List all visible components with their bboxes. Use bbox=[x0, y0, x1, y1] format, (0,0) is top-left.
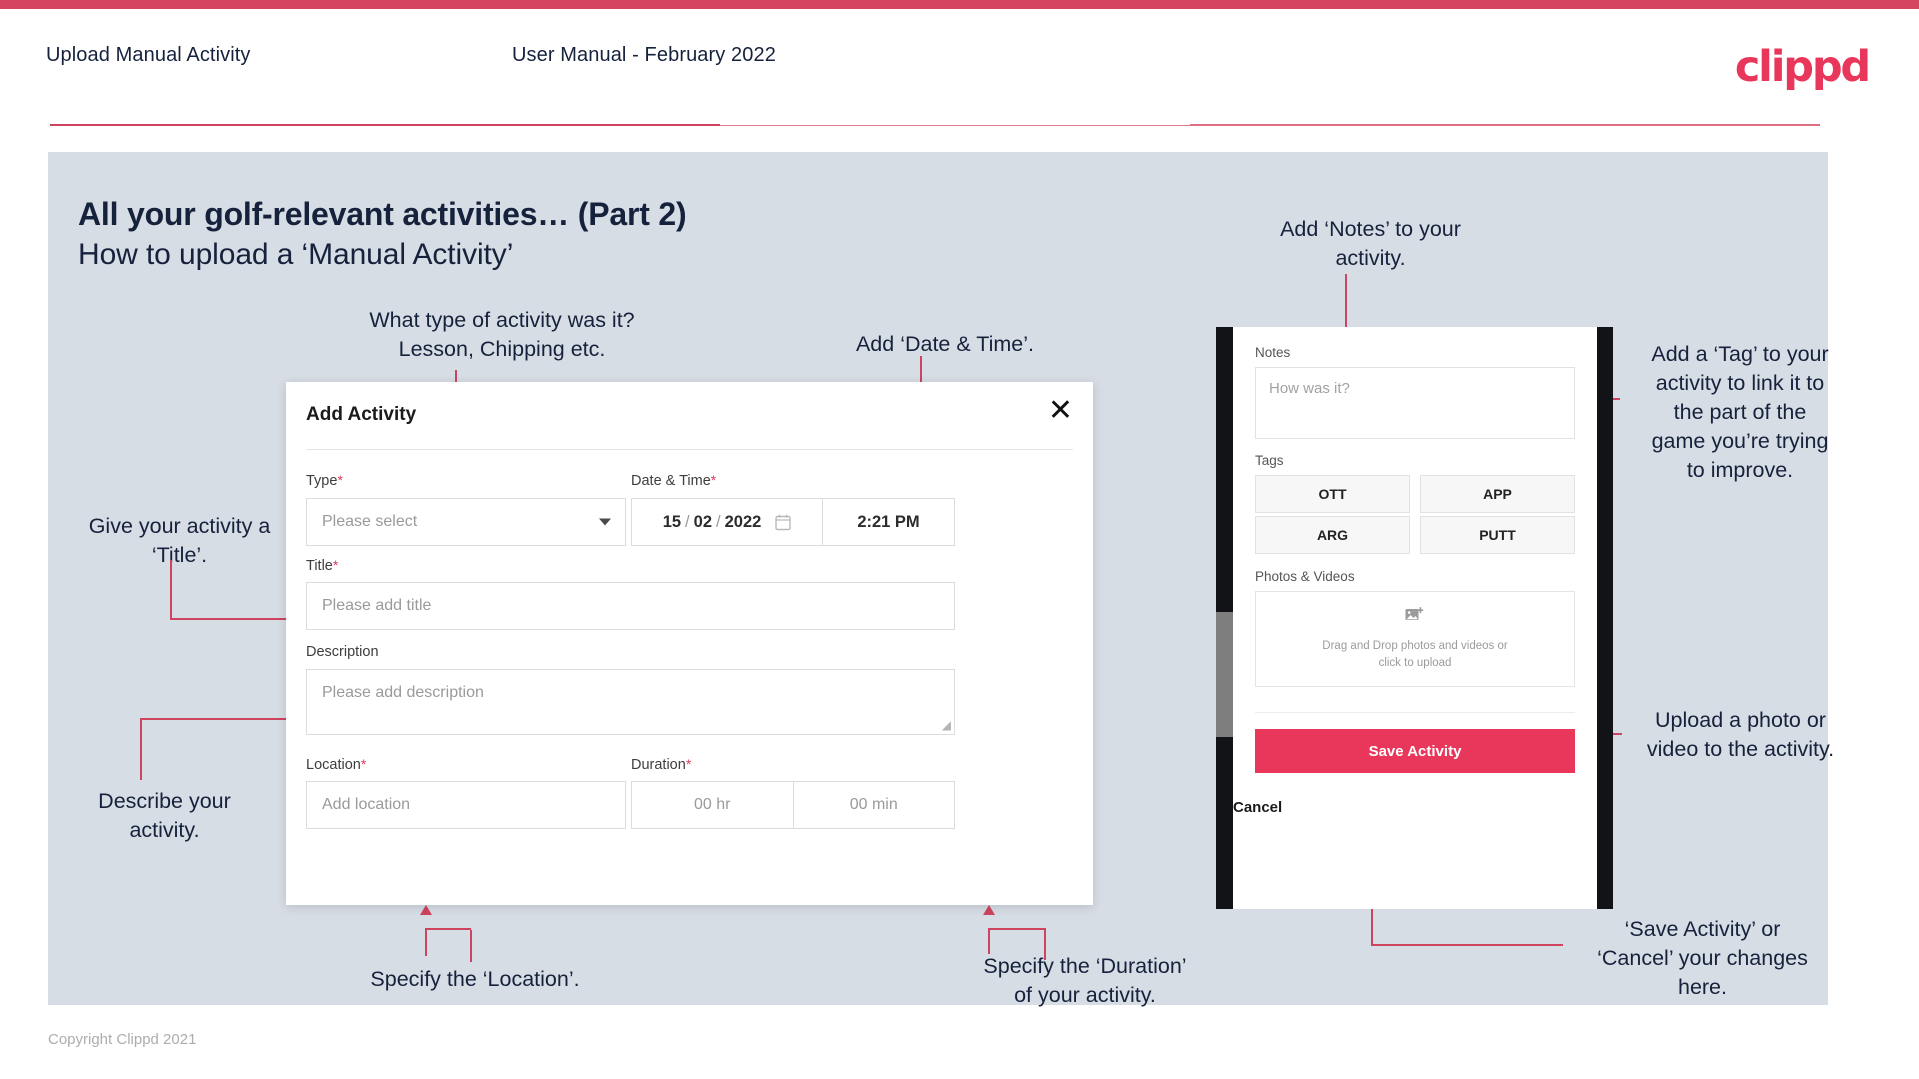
tag-putt[interactable]: PUTT bbox=[1420, 516, 1575, 554]
title-input[interactable]: Please add title bbox=[306, 582, 955, 630]
type-label-text: Type bbox=[306, 473, 338, 489]
date-sep-2: / bbox=[716, 512, 721, 531]
date-sep-1: / bbox=[685, 512, 690, 531]
annotation-description: Describe your activity. bbox=[98, 789, 231, 842]
type-label: Type* bbox=[306, 472, 343, 489]
add-activity-dialog: Add Activity ✕ Type* Please select Date … bbox=[286, 382, 1093, 905]
notes-input[interactable]: How was it? bbox=[1255, 367, 1575, 439]
annotation-duration: Specify the ‘Duration’ of your activity. bbox=[983, 954, 1187, 1007]
phone-right-bezel bbox=[1597, 327, 1613, 909]
tag-app[interactable]: APP bbox=[1420, 475, 1575, 513]
phone-screen: Notes How was it? Tags OTT APP ARG PUTT … bbox=[1233, 327, 1597, 909]
date-month: 02 bbox=[693, 512, 712, 531]
slide-page: Upload Manual Activity User Manual - Feb… bbox=[0, 0, 1919, 1079]
document-subtitle: User Manual - February 2022 bbox=[512, 44, 776, 66]
annotation-datetime: Add ‘Date & Time’. bbox=[855, 332, 1035, 356]
connector-dur-arrow bbox=[983, 905, 995, 915]
title-placeholder: Please add title bbox=[322, 597, 432, 614]
description-label-text: Description bbox=[306, 644, 379, 660]
annotation-tag: Add a ‘Tag’ to your activity to link it … bbox=[1651, 342, 1829, 482]
duration-label: Duration* bbox=[631, 756, 691, 773]
description-placeholder: Please add description bbox=[322, 684, 484, 701]
photo-dropzone[interactable]: Drag and Drop photos and videos or click… bbox=[1255, 591, 1575, 687]
annotation-type: What type of activity was it? Lesson, Ch… bbox=[369, 308, 635, 361]
location-required: * bbox=[360, 756, 367, 772]
header-rule-mid bbox=[720, 125, 1220, 126]
annotation-upload: Upload a photo or video to the activity. bbox=[1646, 708, 1835, 761]
time-input[interactable]: 2:21 PM bbox=[822, 499, 954, 545]
notes-label: Notes bbox=[1255, 345, 1291, 360]
dialog-divider bbox=[306, 449, 1073, 450]
slide-heading: All your golf-relevant activities… (Part… bbox=[78, 196, 687, 232]
connector-title-h bbox=[170, 618, 290, 620]
chevron-down-icon bbox=[599, 518, 611, 526]
header-rule-left bbox=[50, 124, 720, 126]
tags-label: Tags bbox=[1255, 453, 1284, 468]
duration-required: * bbox=[685, 756, 692, 772]
title-required: * bbox=[332, 557, 339, 573]
datetime-label: Date & Time* bbox=[631, 472, 716, 489]
annotation-location: Specify the ‘Location’. bbox=[370, 967, 580, 991]
type-placeholder: Please select bbox=[322, 513, 418, 530]
copyright-text: Copyright Clippd 2021 bbox=[48, 1031, 197, 1048]
duration-hours-input[interactable]: 00 hr bbox=[632, 782, 793, 828]
connector-loc-v1 bbox=[470, 930, 472, 962]
annotation-save-cancel: ‘Save Activity’ or ‘Cancel’ your changes… bbox=[1597, 917, 1808, 999]
description-label: Description bbox=[306, 644, 379, 660]
connector-dur-v2 bbox=[988, 928, 990, 954]
type-select[interactable]: Please select bbox=[306, 498, 626, 546]
connector-dur-v1 bbox=[1044, 930, 1046, 960]
tag-arg[interactable]: ARG bbox=[1255, 516, 1410, 554]
location-label-text: Location bbox=[306, 757, 361, 773]
phone-left-bezel bbox=[1216, 327, 1233, 909]
calendar-icon[interactable] bbox=[775, 514, 792, 531]
title-label: Title* bbox=[306, 557, 338, 574]
date-year: 2022 bbox=[724, 512, 762, 531]
photos-label: Photos & Videos bbox=[1255, 569, 1355, 584]
connector-desc-h bbox=[140, 718, 288, 720]
clippd-logo: clippd bbox=[1734, 42, 1871, 92]
connector-save-h bbox=[1371, 944, 1563, 946]
connector-loc-arrow bbox=[420, 905, 432, 915]
datetime-required: * bbox=[710, 472, 717, 488]
connector-title-v bbox=[170, 560, 172, 620]
location-label: Location* bbox=[306, 756, 366, 773]
close-icon[interactable]: ✕ bbox=[1048, 396, 1073, 426]
top-accent-bar bbox=[0, 0, 1919, 9]
connector-dur-h bbox=[988, 928, 1046, 930]
annotation-title: Give your activity a ‘Title’. bbox=[88, 514, 271, 567]
duration-label-text: Duration bbox=[631, 757, 686, 773]
dialog-title: Add Activity bbox=[306, 404, 417, 425]
connector-loc-h bbox=[425, 928, 471, 930]
tag-ott[interactable]: OTT bbox=[1255, 475, 1410, 513]
date-day: 15 bbox=[662, 512, 682, 531]
date-input[interactable]: 15 / 02 / 2022 bbox=[632, 499, 822, 545]
save-activity-button[interactable]: Save Activity bbox=[1255, 729, 1575, 773]
phone-divider bbox=[1255, 712, 1575, 713]
datetime-label-text: Date & Time bbox=[631, 473, 711, 489]
duration-field: 00 hr 00 min bbox=[631, 781, 955, 829]
datetime-field[interactable]: 15 / 02 / 2022 2:21 PM bbox=[631, 498, 955, 546]
resize-handle-icon[interactable]: ◢ bbox=[942, 718, 951, 732]
page-title: Upload Manual Activity bbox=[46, 44, 251, 66]
annotation-notes: Add ‘Notes’ to your activity. bbox=[1280, 217, 1461, 270]
location-placeholder: Add location bbox=[322, 796, 411, 813]
add-image-icon bbox=[1405, 606, 1425, 630]
type-required: * bbox=[337, 472, 343, 488]
notes-placeholder: How was it? bbox=[1269, 380, 1350, 397]
slide-subheading: How to upload a ‘Manual Activity’ bbox=[78, 238, 514, 271]
description-input[interactable]: Please add description ◢ bbox=[306, 669, 955, 735]
location-input[interactable]: Add location bbox=[306, 781, 626, 829]
header-rule-right bbox=[1190, 124, 1820, 126]
dropzone-text: Drag and Drop photos and videos or click… bbox=[1322, 640, 1508, 669]
connector-loc-v2 bbox=[425, 928, 427, 956]
title-label-text: Title bbox=[306, 558, 333, 574]
duration-minutes-input[interactable]: 00 min bbox=[792, 782, 955, 828]
connector-desc-v bbox=[140, 718, 142, 780]
